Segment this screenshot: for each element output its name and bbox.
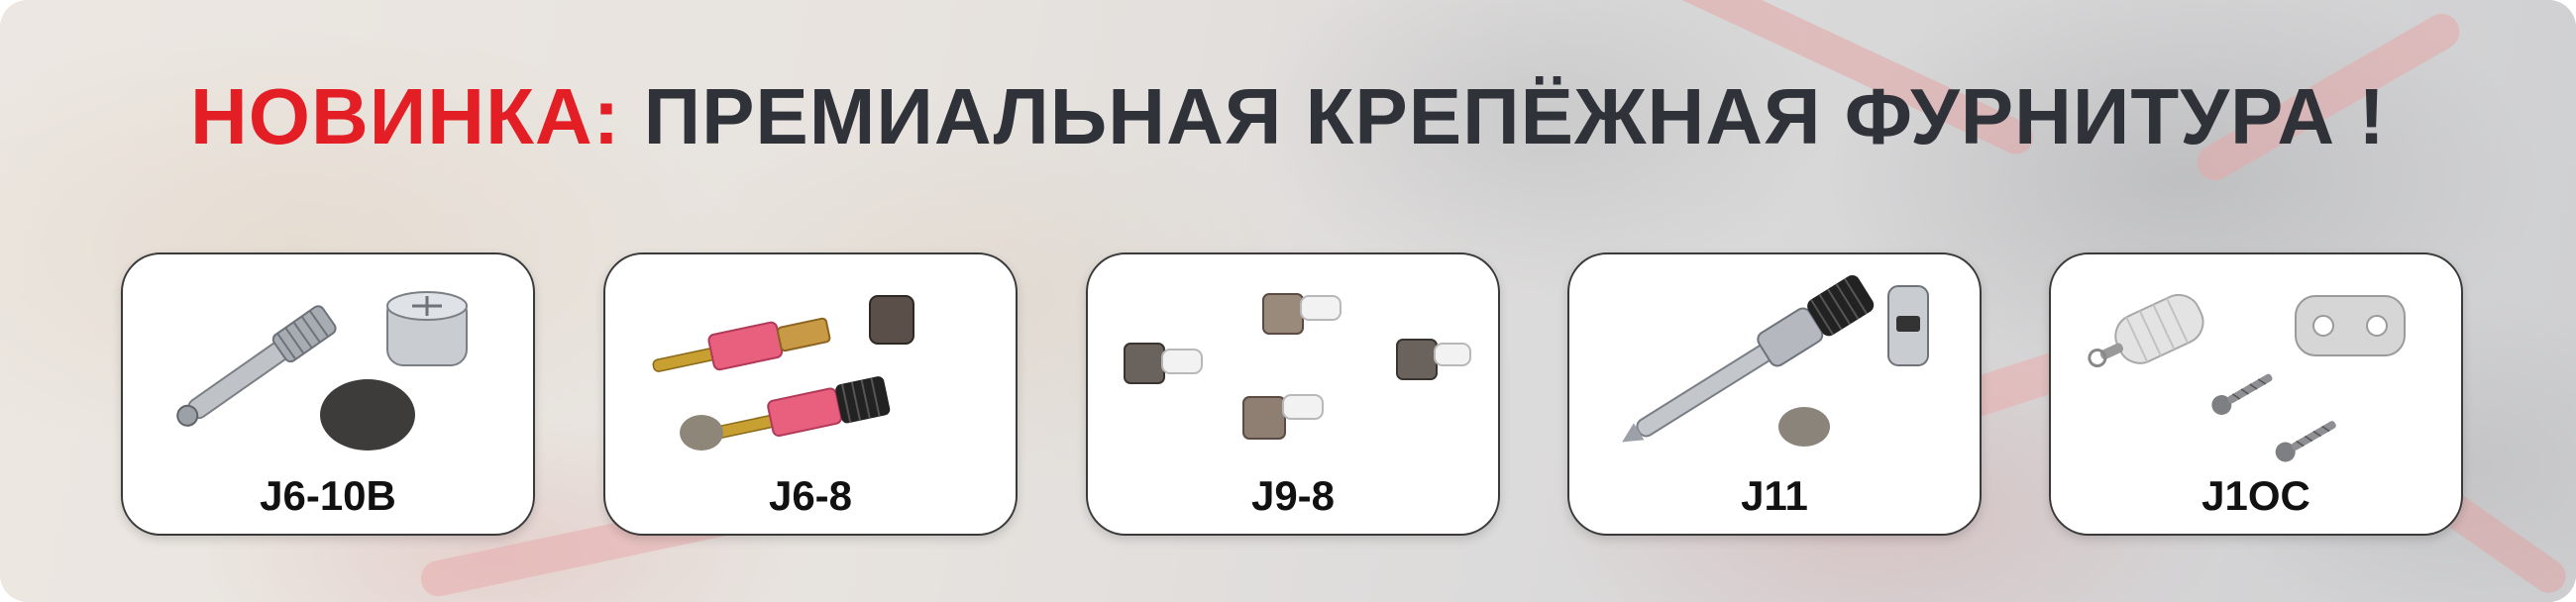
product-card-j6-8[interactable]: J6-8 [603, 252, 1018, 536]
product-card-j1oc[interactable]: J1OC [2049, 252, 2463, 536]
title-main: ПРЕМИАЛЬНАЯ КРЕПЁЖНАЯ ФУРНИТУРА ! [643, 72, 2386, 160]
product-label: J11 [1741, 472, 1808, 519]
fastener-image [2088, 293, 2406, 462]
fastener-image [176, 291, 468, 451]
product-card-j11[interactable]: J11 [1567, 252, 1982, 536]
fastener-image [1622, 274, 1929, 447]
product-label: J6-10B [260, 472, 396, 519]
title-accent: НОВИНКА: [190, 72, 621, 160]
fastener-image [1124, 293, 1471, 440]
banner-title: НОВИНКА: ПРЕМИАЛЬНАЯ КРЕПЁЖНАЯ ФУРНИТУРА… [0, 71, 2576, 162]
product-label: J1OC [2201, 472, 2310, 519]
product-label: J6-8 [768, 472, 853, 519]
product-card-j9-8[interactable]: J9-8 [1086, 252, 1500, 536]
fastener-image [652, 295, 914, 451]
promo-banner[interactable]: НОВИНКА: ПРЕМИАЛЬНАЯ КРЕПЁЖНАЯ ФУРНИТУРА… [0, 0, 2576, 602]
product-card-j6-10b[interactable]: J6-10B [121, 252, 535, 536]
product-label: J9-8 [1250, 472, 1336, 519]
